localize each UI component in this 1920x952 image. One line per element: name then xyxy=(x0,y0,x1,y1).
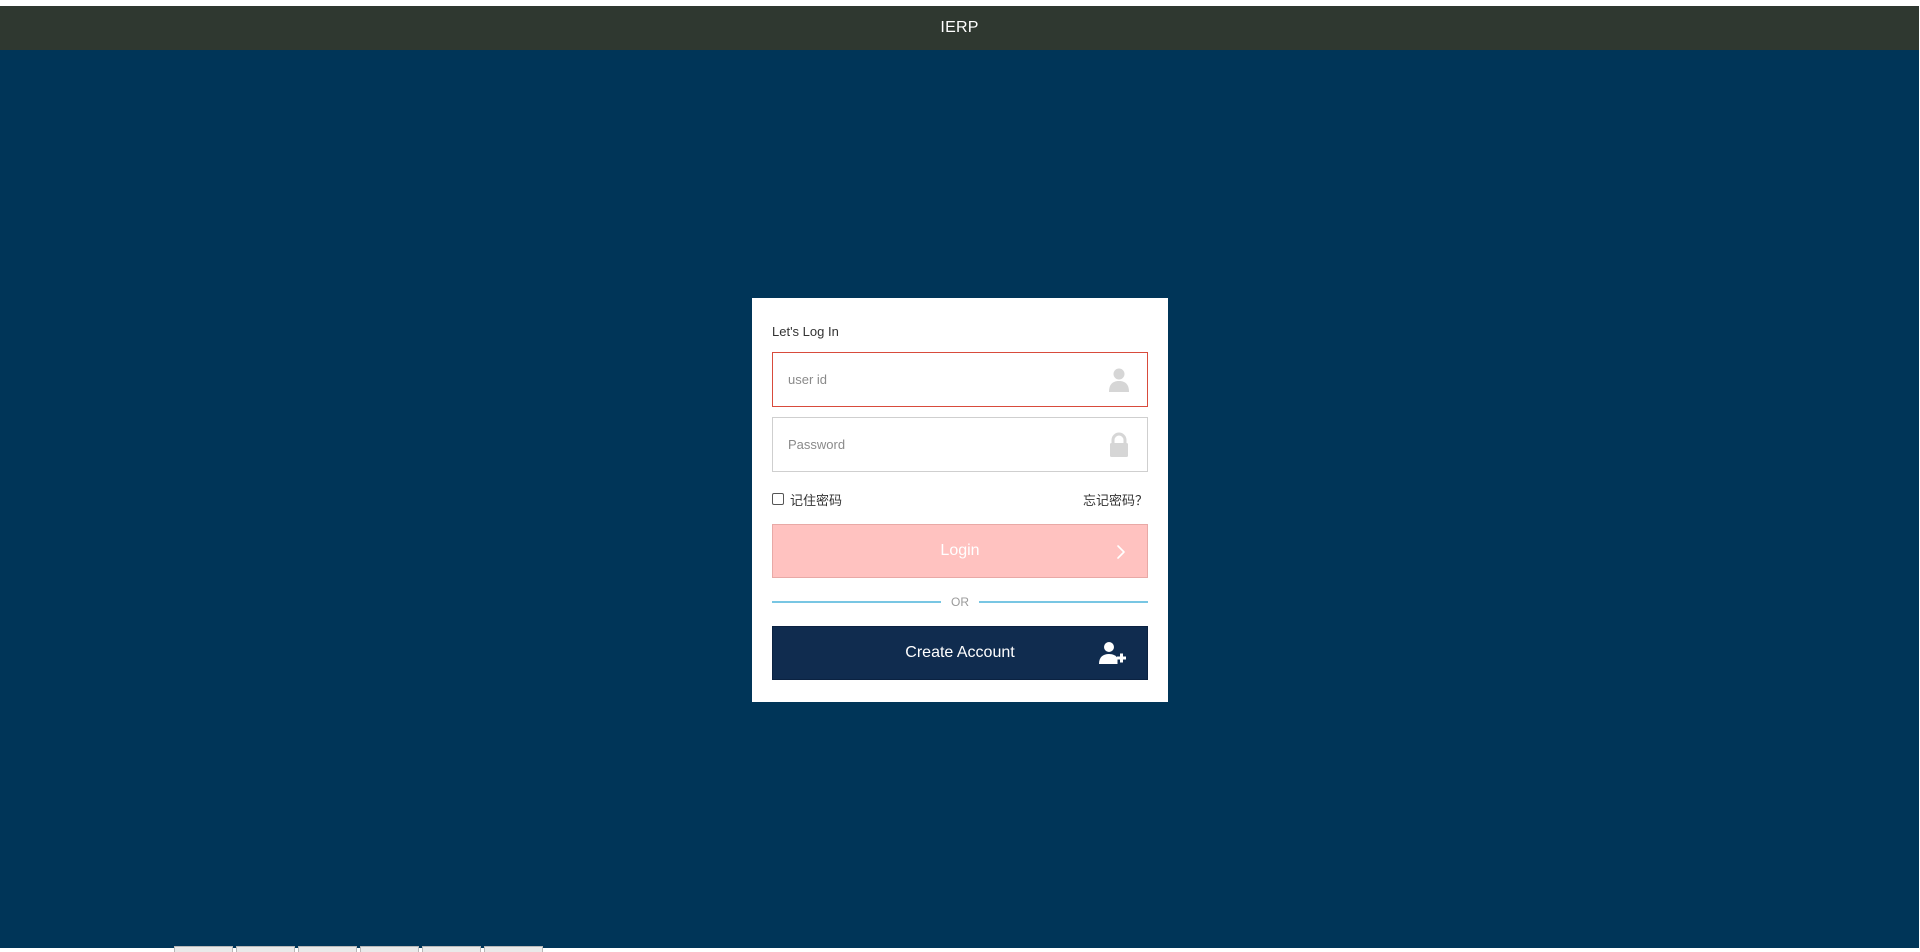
bottom-tab-stub xyxy=(236,946,295,952)
app-header: IERP xyxy=(0,6,1919,50)
remember-password-option[interactable]: 记住密码 xyxy=(772,490,842,509)
create-account-label: Create Account xyxy=(905,644,1015,661)
app-title: IERP xyxy=(940,19,979,36)
password-input[interactable] xyxy=(773,418,1147,471)
or-divider: OR xyxy=(772,592,1148,612)
chevron-right-icon xyxy=(1117,545,1125,559)
login-page: IERP Let's Log In 记住密码 忘记密码？ xyxy=(0,0,1919,952)
login-heading: Let's Log In xyxy=(772,324,839,339)
bottom-tab-stub xyxy=(422,946,481,952)
user-plus-icon xyxy=(1099,642,1126,664)
login-button-label: Login xyxy=(940,542,980,559)
password-field-wrapper xyxy=(772,417,1148,472)
bottom-tab-stub xyxy=(298,946,357,952)
user-icon xyxy=(1109,368,1129,392)
or-label: OR xyxy=(951,595,969,609)
bottom-tab-stub xyxy=(484,946,543,952)
remember-password-checkbox[interactable] xyxy=(772,493,784,505)
create-account-button[interactable]: Create Account xyxy=(772,626,1148,680)
divider-line-left xyxy=(772,601,941,603)
lock-icon xyxy=(1110,432,1128,457)
user-id-field-wrapper xyxy=(772,352,1148,407)
remember-password-label: 记住密码 xyxy=(790,492,843,508)
user-id-input[interactable] xyxy=(773,353,1147,406)
forgot-password-link[interactable]: 忘记密码？ xyxy=(1083,490,1148,509)
login-options: 记住密码 忘记密码？ xyxy=(772,488,1148,510)
login-button[interactable]: Login xyxy=(772,524,1148,578)
bottom-tab-stub xyxy=(360,946,419,952)
login-card: Let's Log In 记住密码 忘记密码？ Login xyxy=(752,298,1168,702)
divider-line-right xyxy=(979,601,1148,603)
bottom-tab-stub xyxy=(174,946,233,952)
